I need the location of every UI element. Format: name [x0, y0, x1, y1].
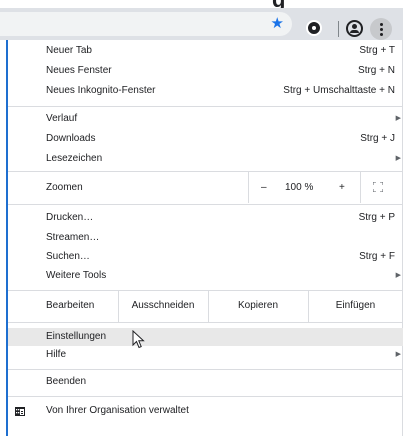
menu-item-cast[interactable]: Streamen…: [8, 229, 403, 247]
menu-item-find[interactable]: Suchen… Strg + F: [8, 248, 403, 266]
menu-item-new-window[interactable]: Neues Fenster Strg + N: [8, 62, 403, 80]
menu-item-more-tools[interactable]: Weitere Tools ▶: [8, 267, 403, 285]
zoom-in-button[interactable]: +: [339, 178, 345, 198]
menu-item-bookmarks[interactable]: Lesezeichen ▶: [8, 150, 403, 168]
menu-separator: [8, 290, 403, 291]
zoom-level: 100 %: [285, 182, 314, 193]
menu-separator: [8, 204, 403, 205]
submenu-arrow-icon: ▶: [395, 155, 401, 162]
menu-separator: [8, 106, 403, 107]
menu-item-managed[interactable]: Von Ihrer Organisation verwaltet: [8, 402, 403, 420]
menu-item-print[interactable]: Drucken… Strg + P: [8, 209, 403, 227]
menu-separator: [8, 396, 403, 397]
menu-item-settings[interactable]: Einstellungen: [8, 328, 403, 346]
paste-button[interactable]: Einfügen: [308, 296, 403, 316]
copy-button[interactable]: Kopieren: [208, 296, 308, 316]
submenu-arrow-icon: ▶: [395, 115, 401, 122]
menu-item-exit[interactable]: Beenden: [8, 373, 403, 391]
address-bar[interactable]: ★: [0, 12, 292, 36]
menu-item-downloads[interactable]: Downloads Strg + J: [8, 130, 403, 148]
fullscreen-icon[interactable]: [373, 182, 383, 192]
menu-separator: [8, 369, 403, 370]
menu-item-help[interactable]: Hilfe ▶: [8, 346, 403, 364]
chrome-main-menu: Neuer Tab Strg + T Neues Fenster Strg + …: [6, 40, 403, 436]
top-strip: g: [0, 0, 403, 12]
menu-separator: [8, 171, 403, 172]
zoom-divider: [248, 172, 249, 203]
cut-button[interactable]: Ausschneiden: [118, 296, 208, 316]
menu-item-new-tab[interactable]: Neuer Tab Strg + T: [8, 42, 403, 60]
mouse-cursor-icon: [132, 330, 145, 349]
building-icon: [15, 407, 25, 416]
profile-icon[interactable]: [346, 20, 363, 37]
toolbar-separator: [338, 21, 339, 37]
submenu-arrow-icon: ▶: [395, 272, 401, 279]
menu-separator: [8, 322, 403, 323]
three-dots-menu-icon[interactable]: [370, 18, 392, 40]
menu-item-edit: Bearbeiten Ausschneiden Kopieren Einfüge…: [8, 290, 403, 322]
menu-item-incognito[interactable]: Neues Inkognito-Fenster Strg + Umschaltt…: [8, 82, 403, 100]
extension-icon[interactable]: [306, 20, 322, 36]
menu-item-zoom: Zoomen – 100 % +: [8, 172, 403, 203]
submenu-arrow-icon: ▶: [395, 351, 401, 358]
zoom-out-button[interactable]: –: [261, 178, 267, 198]
browser-toolbar: ★: [0, 8, 403, 40]
zoom-divider: [360, 172, 361, 203]
bookmark-star-icon[interactable]: ★: [271, 15, 284, 33]
menu-item-history[interactable]: Verlauf ▶: [8, 110, 403, 128]
